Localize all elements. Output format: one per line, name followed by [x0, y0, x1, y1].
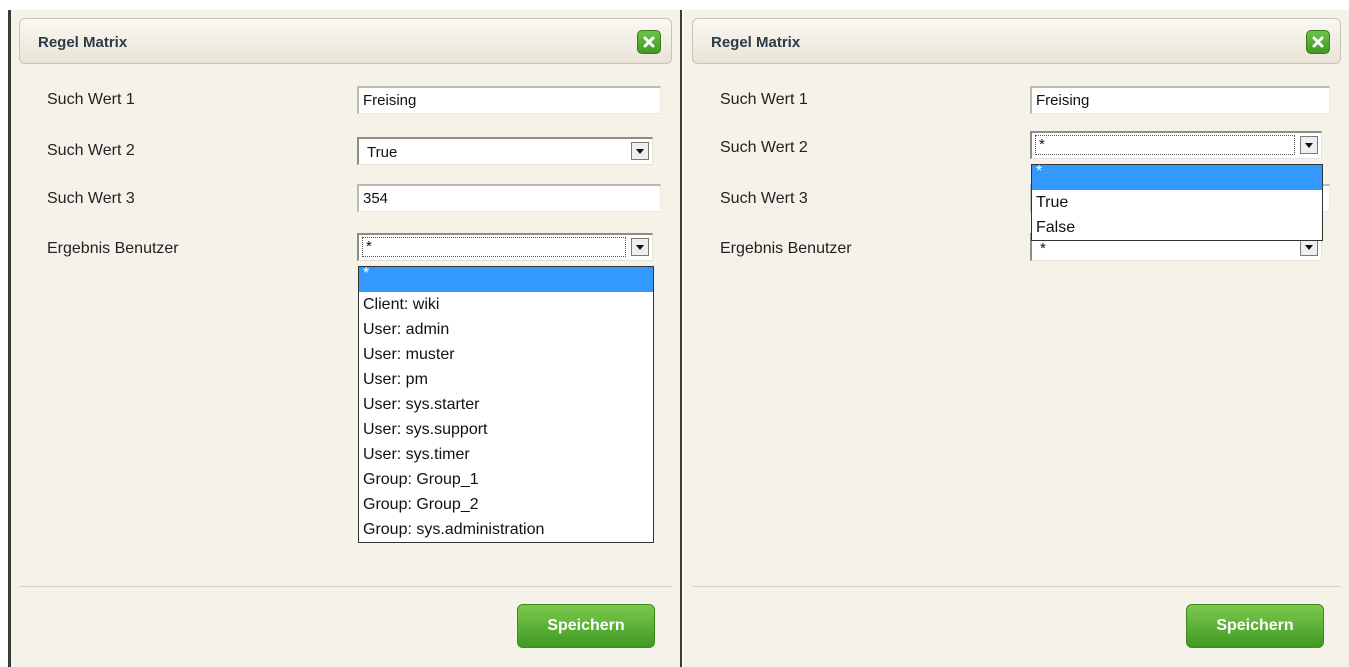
regel-matrix-dialog-left: Regel Matrix Such Wert 1 Freising Such W…	[8, 10, 682, 667]
footer-divider	[692, 586, 1341, 587]
dialog-title: Regel Matrix	[38, 34, 128, 51]
dropdown-option[interactable]: Group: Group_1	[359, 467, 653, 492]
such-wert-1-input[interactable]: Freising	[1030, 86, 1330, 114]
dropdown-option[interactable]: User: pm	[359, 367, 653, 392]
ergebnis-benutzer-select[interactable]: *	[357, 233, 653, 261]
close-button[interactable]	[1306, 30, 1330, 54]
chevron-down-icon[interactable]	[1300, 136, 1318, 154]
dropdown-option[interactable]: *	[1032, 164, 1322, 190]
dropdown-option[interactable]: User: sys.timer	[359, 442, 653, 467]
ergebnis-benutzer-dropdown-list: * Client: wiki User: admin User: muster …	[358, 266, 654, 543]
ergebnis-benutzer-label: Ergebnis Benutzer	[47, 240, 179, 257]
regel-matrix-dialog-right: Regel Matrix Such Wert 1 Freising Such W…	[684, 10, 1349, 667]
such-wert-2-value: True	[367, 144, 398, 161]
ergebnis-benutzer-value: *	[1040, 240, 1046, 257]
ergebnis-benutzer-value: *	[362, 237, 626, 257]
dropdown-option[interactable]: Group: Group_2	[359, 492, 653, 517]
close-button[interactable]	[637, 30, 661, 54]
such-wert-3-label: Such Wert 3	[720, 190, 808, 207]
such-wert-1-label: Such Wert 1	[47, 91, 135, 108]
dialog-title: Regel Matrix	[711, 34, 801, 51]
chevron-down-icon[interactable]	[631, 142, 649, 160]
such-wert-2-label: Such Wert 2	[720, 139, 808, 156]
such-wert-2-value: *	[1035, 135, 1295, 155]
such-wert-2-select[interactable]: True	[357, 137, 653, 165]
such-wert-2-dropdown-list: * True False	[1031, 164, 1323, 241]
dropdown-option[interactable]: False	[1032, 215, 1322, 240]
footer-divider	[19, 586, 672, 587]
such-wert-2-label: Such Wert 2	[47, 142, 135, 159]
dropdown-option[interactable]: True	[1032, 190, 1322, 215]
such-wert-1-input[interactable]: Freising	[357, 86, 661, 114]
close-x-icon	[643, 36, 655, 48]
dropdown-option[interactable]: *	[359, 266, 653, 292]
such-wert-2-select[interactable]: *	[1030, 131, 1322, 159]
dropdown-option[interactable]: User: sys.starter	[359, 392, 653, 417]
save-button[interactable]: Speichern	[1186, 604, 1324, 648]
chevron-down-icon[interactable]	[631, 238, 649, 256]
dialog-header: Regel Matrix	[19, 18, 672, 64]
dialog-header: Regel Matrix	[692, 18, 1341, 64]
ergebnis-benutzer-label: Ergebnis Benutzer	[720, 240, 852, 257]
such-wert-3-label: Such Wert 3	[47, 190, 135, 207]
dropdown-option[interactable]: Group: sys.administration	[359, 517, 653, 542]
dropdown-option[interactable]: User: muster	[359, 342, 653, 367]
dropdown-option[interactable]: User: sys.support	[359, 417, 653, 442]
save-button[interactable]: Speichern	[517, 604, 655, 648]
dropdown-option[interactable]: Client: wiki	[359, 292, 653, 317]
such-wert-1-label: Such Wert 1	[720, 91, 808, 108]
close-x-icon	[1312, 36, 1324, 48]
dropdown-option[interactable]: User: admin	[359, 317, 653, 342]
such-wert-3-input[interactable]: 354	[357, 184, 661, 212]
